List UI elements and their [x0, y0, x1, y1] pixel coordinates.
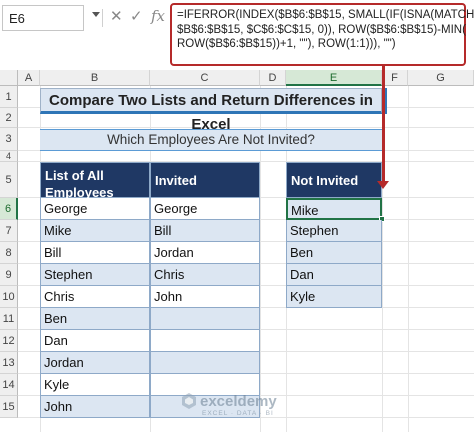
invited-employees-cell[interactable]: John	[150, 286, 260, 308]
cancel-icon[interactable]: ✕	[110, 7, 123, 25]
enter-icon[interactable]: ✓	[130, 7, 143, 25]
not-invited-cell[interactable]: Dan	[286, 264, 382, 286]
row-header-15[interactable]: 15	[0, 396, 18, 418]
column-header-c[interactable]: C	[150, 70, 260, 86]
row-header-3[interactable]: 3	[0, 128, 18, 151]
name-box-dropdown-icon[interactable]	[92, 12, 100, 17]
row-header-9[interactable]: 9	[0, 264, 18, 286]
column-header-g[interactable]: G	[408, 70, 474, 86]
row-header-14[interactable]: 14	[0, 374, 18, 396]
all-employees-cell[interactable]: Ben	[40, 308, 150, 330]
all-employees-cell[interactable]: George	[40, 198, 150, 220]
callout-arrow-line	[382, 66, 385, 181]
selected-cell-e6[interactable]: Mike	[286, 198, 382, 220]
grid-line	[408, 86, 409, 432]
all-employees-cell[interactable]: Mike	[40, 220, 150, 242]
page-subtitle: Which Employees Are Not Invited?	[40, 129, 382, 151]
invited-employees-header[interactable]: Invited Employees	[150, 162, 260, 215]
row-header-12[interactable]: 12	[0, 330, 18, 352]
invited-employees-cell[interactable]: Bill	[150, 220, 260, 242]
column-header-e[interactable]: E	[286, 70, 382, 86]
formula-line: =IFERROR(INDEX($B$6:$B$15, SMALL(IF(ISNA…	[177, 9, 474, 21]
all-employees-cell[interactable]: Chris	[40, 286, 150, 308]
callout-arrow-head	[377, 181, 389, 189]
row-header-13[interactable]: 13	[0, 352, 18, 374]
page-title: Compare Two Lists and Return Differences…	[40, 88, 382, 133]
invited-employees-cell[interactable]	[150, 352, 260, 374]
row-header-1[interactable]: 1	[0, 86, 18, 108]
not-invited-header[interactable]: Not Invited	[286, 162, 382, 198]
column-header-d[interactable]: D	[260, 70, 286, 86]
invited-employees-cell[interactable]: Jordan	[150, 242, 260, 264]
name-box[interactable]: E6	[2, 5, 84, 31]
column-header-b[interactable]: B	[40, 70, 150, 86]
column-header-a[interactable]: A	[18, 70, 40, 86]
row-header-5[interactable]: 5	[0, 162, 18, 198]
all-employees-cell[interactable]: John	[40, 396, 150, 418]
all-employees-header-line1: List of All	[45, 168, 104, 183]
formula-bar-separator	[102, 9, 103, 27]
all-employees-header[interactable]: List of All Employees	[40, 162, 150, 200]
all-employees-cell[interactable]: Stephen	[40, 264, 150, 286]
all-employees-cell[interactable]: Kyle	[40, 374, 150, 396]
not-invited-cell[interactable]: Ben	[286, 242, 382, 264]
exceldemy-logo-icon	[182, 393, 196, 409]
all-employees-cell[interactable]: Dan	[40, 330, 150, 352]
row-header-7[interactable]: 7	[0, 220, 18, 242]
row-header-10[interactable]: 10	[0, 286, 18, 308]
all-employees-cell[interactable]: Jordan	[40, 352, 150, 374]
formula-bar-input[interactable]: =IFERROR(INDEX($B$6:$B$15, SMALL(IF(ISNA…	[170, 3, 474, 66]
row-header-11[interactable]: 11	[0, 308, 18, 330]
row-header-2[interactable]: 2	[0, 108, 18, 128]
invited-employees-cell[interactable]: Chris	[150, 264, 260, 286]
row-header-6[interactable]: 6	[0, 198, 18, 220]
watermark-name: exceldemy	[200, 393, 277, 410]
invited-employees-cell[interactable]: George	[150, 198, 260, 220]
column-header-f[interactable]: F	[382, 70, 408, 86]
invited-employees-cell[interactable]	[150, 308, 260, 330]
formula-line: $B$6:$B$15, $C$6:$C$15, 0)), ROW($B$6:$B…	[177, 23, 466, 36]
not-invited-cell[interactable]: Stephen	[286, 220, 382, 242]
select-all-corner[interactable]	[0, 70, 18, 86]
row-header-4[interactable]: 4	[0, 151, 18, 162]
all-employees-cell[interactable]: Bill	[40, 242, 150, 264]
not-invited-cell[interactable]: Kyle	[286, 286, 382, 308]
fx-icon[interactable]: fx	[151, 7, 165, 25]
grid-line	[18, 127, 474, 128]
row-header-8[interactable]: 8	[0, 242, 18, 264]
watermark-tagline: EXCEL · DATA · BI	[202, 410, 274, 417]
invited-employees-cell[interactable]	[150, 330, 260, 352]
formula-line: ROW($B$6:$B$15))+1, ""), ROW(1:1))), "")	[177, 38, 396, 50]
